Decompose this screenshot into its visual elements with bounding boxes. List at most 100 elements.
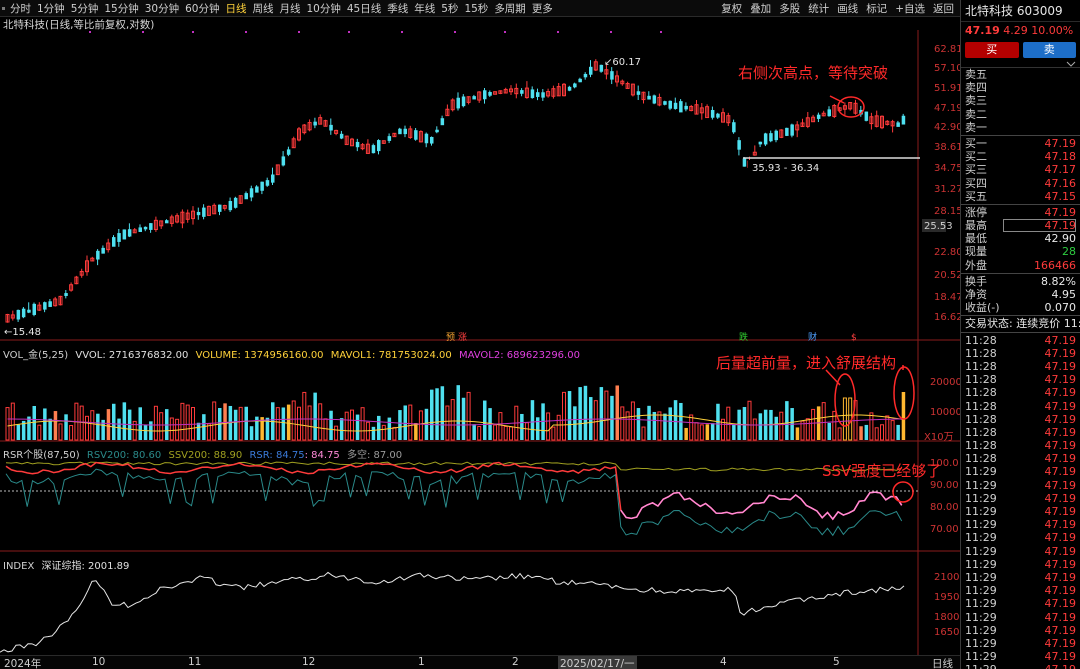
volume-bar	[291, 400, 296, 441]
candle-body	[567, 86, 572, 91]
tab-period-7[interactable]: 周线	[250, 1, 277, 16]
candle-body	[483, 90, 487, 100]
time-label: 5	[833, 656, 840, 668]
tool-button-2[interactable]: 多股	[775, 1, 804, 16]
tab-period-5[interactable]: 60分钟	[182, 1, 222, 16]
volume-bar	[334, 425, 339, 441]
volume-bar	[403, 405, 407, 440]
tool-button-4[interactable]: 画线	[833, 1, 862, 16]
price-tick: 22.80	[934, 247, 960, 258]
event-dot	[192, 31, 194, 33]
tab-period-4[interactable]: 30分钟	[142, 1, 182, 16]
price-tick: 31.27	[934, 184, 960, 195]
volume-bar	[58, 423, 63, 441]
volume-bar	[615, 385, 619, 440]
tick-row: 11:29 47.19	[961, 611, 1080, 624]
tab-period-14[interactable]: 15秒	[461, 1, 491, 16]
orderbook-scroll[interactable]	[961, 60, 1080, 68]
index-line	[0, 571, 905, 653]
volume-bar	[440, 386, 445, 440]
tick-time: 11:29	[965, 505, 997, 518]
sell-button[interactable]: 卖	[1022, 42, 1076, 58]
volume-bar	[408, 404, 413, 441]
volume-bar	[657, 411, 662, 441]
volume-bar	[414, 423, 418, 440]
volume-bar	[663, 413, 667, 440]
tick-row: 11:28 47.19	[961, 426, 1080, 439]
volume-bar	[244, 406, 248, 440]
tab-period-6[interactable]: 日线	[223, 1, 250, 16]
tick-price: 47.19	[1044, 386, 1077, 400]
tick-price: 47.19	[1044, 452, 1077, 466]
tab-period-1[interactable]: 1分钟	[34, 1, 68, 16]
tool-button-5[interactable]: 标记	[862, 1, 891, 16]
tab-period-3[interactable]: 15分钟	[101, 1, 141, 16]
stat-row-value: 42.90	[1044, 232, 1077, 246]
tick-time: 11:28	[965, 373, 997, 387]
tool-button-6[interactable]: +自选	[891, 1, 929, 16]
tab-period-13[interactable]: 5秒	[438, 1, 461, 16]
candle-body	[21, 308, 26, 318]
candle-body	[583, 73, 588, 78]
volume-bar	[890, 420, 895, 441]
candle-body	[710, 110, 715, 118]
candle-body	[430, 136, 434, 144]
volume-bar	[874, 427, 879, 441]
candle-body	[403, 128, 407, 135]
candle-body	[149, 223, 153, 230]
tick-row: 11:29 47.19	[961, 637, 1080, 650]
volume-bar	[392, 426, 397, 441]
index-value: 深证综指: 2001.89	[41, 561, 130, 572]
tab-period-15[interactable]: 多周期	[491, 1, 529, 16]
tab-period-12[interactable]: 年线	[411, 1, 438, 16]
volume-bar	[546, 412, 551, 441]
tool-button-7[interactable]: 返回	[929, 1, 958, 16]
stat2-row-label: 净资	[965, 288, 987, 301]
volume-bar	[122, 402, 127, 440]
chart-tools: 复权 叠加 多股 统计 画线 标记 +自选 返回	[717, 0, 958, 17]
tool-button-3[interactable]: 统计	[804, 1, 833, 16]
ask-row-label: 卖三	[965, 94, 987, 108]
quote-panel: 北特科技 603009 47.19 4.29 10.00% 买 卖 卖五 卖四 卖三…	[960, 0, 1080, 669]
volume-bar	[652, 411, 657, 440]
volume-value: VOLUME: 1374956160.00	[195, 350, 324, 361]
tick-time: 11:29	[965, 650, 997, 664]
tool-button-1[interactable]: 叠加	[746, 1, 775, 16]
volume-bar	[79, 405, 84, 441]
tool-button-0[interactable]: 复权	[717, 1, 746, 16]
chevron-down-icon[interactable]	[1066, 61, 1076, 67]
event-dot	[348, 31, 350, 33]
candle-body	[202, 207, 206, 217]
candle-body	[265, 180, 270, 186]
tab-period-10[interactable]: 45日线	[344, 1, 384, 16]
volume-bar	[562, 391, 566, 441]
tick-row: 11:28 47.19	[961, 373, 1080, 386]
stat2-row-value: 0.070	[1044, 301, 1077, 315]
volume-bar	[859, 426, 863, 440]
tick-list[interactable]: 11:28 47.19 11:28 47.19 11:28 47.19 11:28 47.19…	[961, 334, 1080, 669]
candle-body	[377, 140, 381, 152]
candle-body	[165, 220, 169, 224]
time-axis: 2024年 10 11 12 1 2 2025/02/17/一 4 5 日线	[0, 655, 960, 669]
index-tick: 1650	[934, 627, 959, 638]
candle-body	[520, 90, 524, 94]
annotation-ssv: SSV强度已经够了	[822, 462, 942, 480]
volume-bar	[578, 387, 582, 440]
volume-bar	[5, 407, 10, 441]
rsv200-value: RSV200: 80.60	[86, 450, 162, 461]
stat-row-label: 最高	[965, 219, 987, 233]
volume-bar	[827, 422, 831, 440]
volume-bar	[360, 407, 365, 441]
tab-period-8[interactable]: 月线	[277, 1, 304, 16]
kline-chart[interactable]: 62.81 57.10 51.91 47.19 42.90 38.61 34.75 31.27…	[0, 30, 960, 655]
stat-row-value: 166466	[1034, 258, 1076, 272]
stat-row-value: 47.19	[1044, 205, 1077, 219]
tab-period-11[interactable]: 季线	[384, 1, 411, 16]
tab-period-0[interactable]: 分时	[7, 1, 34, 16]
tab-period-2[interactable]: 5分钟	[68, 1, 102, 16]
volume-bar	[37, 424, 42, 441]
candle-body	[228, 201, 233, 211]
tab-period-16[interactable]: 更多	[529, 1, 556, 16]
tab-period-9[interactable]: 10分钟	[304, 1, 344, 16]
buy-button[interactable]: 买	[965, 42, 1019, 58]
